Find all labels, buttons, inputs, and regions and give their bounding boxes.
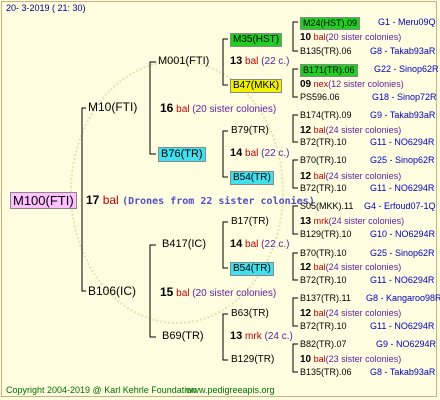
gen2-summary: 13 bal (22 c.): [230, 55, 290, 67]
gen4-queen-name[interactable]: B72(TR).10: [300, 184, 347, 193]
gen3-summary: 09 nex(12 sister colonies): [300, 79, 404, 90]
gen4-info: G22 - Sinop62R: [374, 64, 439, 74]
gen3-summary: 12 bal(24 sister colonies): [300, 262, 402, 273]
gen3-queen-name[interactable]: B54(TR): [230, 262, 274, 276]
root-summary: 17 bal (Drones from 22 sister colonies): [86, 194, 315, 207]
gen4-info: G25 - Sinop62R: [370, 155, 435, 165]
gen4-queen-name[interactable]: B174(TR).09: [300, 111, 352, 120]
gen4-queen-name[interactable]: B70(TR).10: [300, 249, 347, 258]
gen4-info: G8 - Takab93aR: [370, 367, 436, 377]
gen3-queen-name[interactable]: B54(TR): [230, 171, 274, 185]
gen4-info: G11 - NO6294R: [370, 321, 435, 331]
gen4-info: G8 - Takab93aR: [370, 46, 436, 56]
gen1-summary: 15 bal (20 sister colonies): [160, 285, 277, 299]
gen3-queen-name[interactable]: B47(MKK): [230, 79, 283, 93]
gen2-summary: 14 bal (22 c.): [230, 238, 290, 250]
gen4-queen-name[interactable]: B129(TR).10: [300, 230, 352, 239]
gen4-info: G18 - Sinop72R: [372, 92, 437, 102]
gen1-queen-name[interactable]: M10(FTI): [88, 101, 137, 113]
gen4-info: G11 - NO6294R: [370, 183, 435, 193]
gen4-info: G25 - Sinop62R: [370, 248, 435, 258]
root-unit: bal: [102, 193, 119, 207]
gen4-info: G11 - NO6294R: [370, 275, 435, 285]
gen4-queen-name[interactable]: B171(TR).06: [300, 64, 358, 77]
root-num: 17: [86, 193, 100, 207]
gen4-queen-name[interactable]: B135(TR).06: [300, 47, 352, 56]
gen3-queen-name[interactable]: B63(TR): [231, 309, 269, 319]
gen2-queen-name[interactable]: B69(TR): [162, 331, 204, 342]
gen4-info: G10 - NO6294R: [370, 229, 436, 239]
gen3-queen-name[interactable]: B17(TR): [231, 217, 269, 227]
gen3-summary: 12 bal(24 sister colonies): [300, 308, 402, 319]
gen3-summary: 10 bal(23 sister colonies): [300, 354, 402, 365]
gen3-queen-name[interactable]: B79(TR): [231, 126, 269, 136]
gen2-queen-name[interactable]: B76(TR): [158, 147, 206, 162]
gen2-summary: 14 bal (22 c.): [230, 147, 290, 159]
gen3-queen-name[interactable]: M35(HST): [230, 33, 283, 47]
copyright-text: Copyright 2004-2019 @ Karl Kehrle Founda…: [6, 385, 197, 395]
gen1-summary: 16 bal (20 sister colonies): [160, 101, 277, 115]
root-queen-name[interactable]: M100(FTI): [10, 192, 77, 209]
gen4-info: G9 - NO6294R: [376, 339, 437, 349]
gen2-queen-name[interactable]: M001(FTI): [158, 56, 209, 67]
gen4-queen-name[interactable]: B137(TR).11: [300, 294, 351, 303]
gen4-queen-name[interactable]: S05(MKK).11: [300, 202, 353, 211]
gen4-info: G9 - Takab93aR: [370, 110, 436, 120]
gen3-queen-name[interactable]: B129(TR): [231, 355, 274, 365]
date-stamp: 20- 3-2019 ( 21: 30): [6, 3, 86, 13]
gen3-summary: 12 bal(24 sister colonies): [300, 125, 402, 136]
site-link[interactable]: www.pedigreeapis.org: [186, 386, 275, 395]
gen4-queen-name[interactable]: B82(TR).07: [300, 340, 347, 349]
root-drones-note: (Drones from 22 sister colonies): [122, 196, 315, 207]
gen3-summary: 12 bal(24 sister colonies): [300, 171, 402, 182]
gen4-queen-name[interactable]: B135(TR).06: [300, 368, 352, 377]
gen2-summary: 13 mrk (24 c.): [230, 330, 293, 342]
gen3-summary: 10 bal(20 sister colonies): [300, 32, 402, 43]
gen4-info: G8 - Kangaroo98R: [366, 293, 440, 303]
gen4-queen-name[interactable]: B70(TR).10: [300, 156, 347, 165]
gen4-queen-name[interactable]: B72(TR).10: [300, 276, 347, 285]
gen4-info: G11 - NO6294R: [370, 137, 435, 147]
gen4-queen-name[interactable]: B72(TR).10: [300, 322, 347, 331]
gen3-summary: 13 mrk(24 sister colonies): [300, 216, 405, 227]
gen4-queen-name[interactable]: B72(TR).10: [300, 138, 347, 147]
pedigree-canvas: 20- 3-2019 ( 21: 30) M100(FTI) 17 bal (D…: [0, 0, 440, 400]
gen4-info: G4 - Erfoud07-1Q: [364, 201, 436, 211]
gen2-queen-name[interactable]: B417(IC): [162, 239, 206, 250]
gen4-queen-name[interactable]: M24(HST).09: [300, 17, 361, 30]
gen1-queen-name[interactable]: B106(IC): [88, 285, 136, 297]
gen4-info: G1 - Meru09Q: [378, 17, 436, 27]
gen4-queen-name[interactable]: PS596.06: [300, 93, 340, 102]
